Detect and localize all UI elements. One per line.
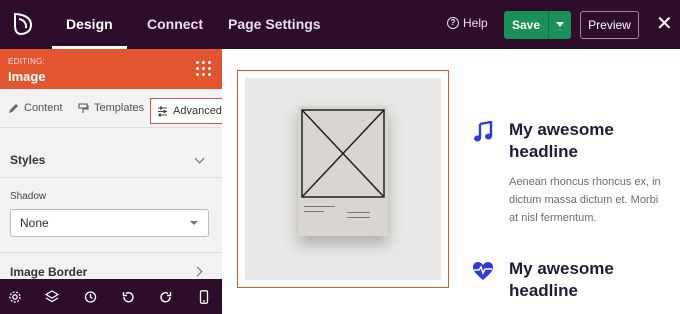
divider xyxy=(0,252,222,253)
help-icon: ? xyxy=(447,17,459,29)
help-link[interactable]: ? Help xyxy=(447,16,488,30)
tab-advanced-label: Advanced xyxy=(173,105,222,117)
caret-down-icon xyxy=(190,221,198,225)
tab-content[interactable]: Content xyxy=(8,98,63,118)
save-button-group: Save xyxy=(504,11,571,39)
undo-icon[interactable] xyxy=(121,290,135,304)
close-icon[interactable]: ✕ xyxy=(656,14,673,34)
tab-content-label: Content xyxy=(24,102,63,114)
sidebar-panel: EDITING: Image Content Templates Advance… xyxy=(0,49,222,314)
sliders-icon xyxy=(158,106,167,116)
editing-header: EDITING: Image xyxy=(0,49,222,89)
shadow-label: Shadow xyxy=(10,191,47,202)
layers-icon[interactable] xyxy=(45,290,59,304)
save-button[interactable]: Save xyxy=(504,11,548,39)
tab-design[interactable]: Design xyxy=(52,0,127,49)
tab-connect[interactable]: Connect xyxy=(147,0,203,49)
shadow-select[interactable]: None xyxy=(10,209,209,237)
shadow-select-value: None xyxy=(20,216,49,230)
poster-text-lines xyxy=(304,206,382,222)
preview-button[interactable]: Preview xyxy=(580,11,639,39)
grid-dots-icon[interactable] xyxy=(196,61,212,77)
selected-image-block[interactable] xyxy=(237,70,449,288)
divider xyxy=(0,127,222,128)
feature-body-text: Aenean rhoncus rhoncus ex, in dictum mas… xyxy=(509,176,661,224)
tab-advanced[interactable]: Advanced xyxy=(150,98,222,124)
image-placeholder xyxy=(245,78,441,280)
divider xyxy=(0,177,222,178)
styles-section-header[interactable]: Styles xyxy=(10,153,210,167)
music-note-icon xyxy=(474,121,493,142)
save-options-chevron-icon[interactable] xyxy=(548,11,571,39)
bottom-toolbar xyxy=(0,279,222,314)
tab-templates-label: Templates xyxy=(94,102,145,114)
image-border-section-header[interactable]: Image Border xyxy=(10,265,87,279)
redo-icon[interactable] xyxy=(159,290,173,304)
tab-page-settings[interactable]: Page Settings xyxy=(228,0,321,49)
poster-cross-graphic xyxy=(301,109,385,198)
poster-image xyxy=(298,106,388,236)
seedprod-leaf-icon[interactable] xyxy=(10,11,36,37)
paint-roller-icon xyxy=(78,102,89,113)
chevron-right-icon[interactable] xyxy=(192,266,203,277)
help-label: Help xyxy=(463,16,488,30)
editing-title: Image xyxy=(8,69,46,84)
feature-headline: My awesome headline xyxy=(509,259,614,300)
block-subtabs: Content Templates Advanced xyxy=(0,89,222,127)
editing-label: EDITING: xyxy=(8,57,46,66)
history-icon[interactable] xyxy=(83,290,97,304)
pencil-icon xyxy=(9,103,18,113)
feature-headline: My awesome headline xyxy=(509,120,614,161)
heartbeat-icon xyxy=(473,262,493,280)
top-toolbar: Design Connect Page Settings ? Help Save… xyxy=(0,0,680,49)
tab-templates[interactable]: Templates xyxy=(78,98,144,118)
mobile-preview-icon[interactable] xyxy=(197,290,211,304)
page-canvas: My awesome headline Aenean rhoncus rhonc… xyxy=(222,49,680,314)
gear-icon[interactable] xyxy=(8,290,22,304)
